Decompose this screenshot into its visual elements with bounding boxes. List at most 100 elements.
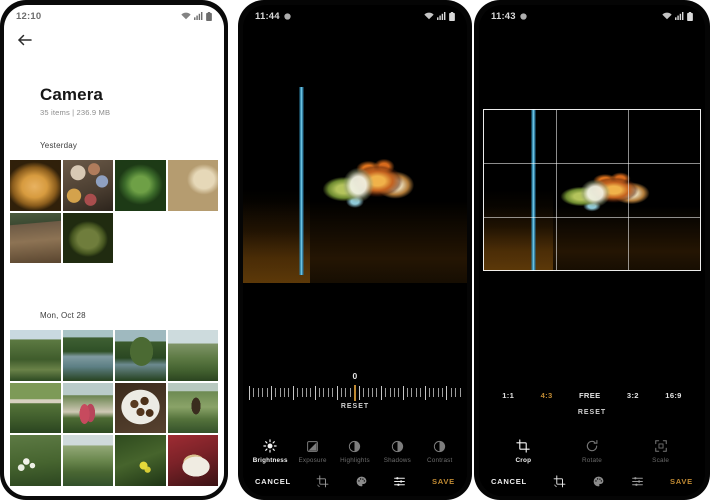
photo-preview-canvas[interactable] xyxy=(479,27,705,378)
tool-contrast[interactable]: Contrast xyxy=(419,438,461,464)
photo-thumbnail[interactable] xyxy=(115,382,166,433)
ruler-tick xyxy=(428,388,430,397)
signal-icon xyxy=(194,12,203,20)
photo-preview-canvas[interactable] xyxy=(243,27,467,378)
tool-label: Crop xyxy=(515,457,532,464)
slider-value: 0 xyxy=(352,371,358,381)
ruler-tick xyxy=(297,388,299,397)
day-label-oct-28: Mon, Oct 28 xyxy=(40,311,86,320)
photo-thumbnail[interactable] xyxy=(10,160,61,211)
tool-exposure[interactable]: Exposure xyxy=(291,438,333,464)
phone-3-photo-editor-crop: 11:43 1:1 4:3 FREE 3:2 16:9 RESET Crop R… xyxy=(474,0,710,500)
back-button[interactable] xyxy=(16,31,34,54)
battery-icon xyxy=(206,11,212,21)
cancel-button[interactable]: CANCEL xyxy=(255,477,291,486)
aquarium-bar xyxy=(530,109,536,271)
photo-thumbnail[interactable] xyxy=(62,435,113,486)
tool-label: Scale xyxy=(652,457,670,464)
status-bar: 12:10 xyxy=(4,5,224,27)
shadows-circle-icon xyxy=(391,438,404,454)
photo-thumbnail[interactable] xyxy=(10,212,61,263)
tool-brightness[interactable]: Brightness xyxy=(249,438,291,464)
photo-thumbnail[interactable] xyxy=(167,435,218,486)
photo-thumbnail[interactable] xyxy=(62,160,113,211)
ruler-tick xyxy=(327,388,329,397)
status-bar: 11:43 xyxy=(479,5,705,27)
adjustment-slider[interactable]: 0 RESET xyxy=(243,371,467,410)
crop-rotate-icon[interactable] xyxy=(316,474,329,488)
day-label-yesterday: Yesterday xyxy=(40,141,78,150)
ruler-tick xyxy=(332,388,334,397)
aspect-ratio-4-3[interactable]: 4:3 xyxy=(541,391,553,400)
ruler-tick xyxy=(389,388,391,397)
reset-label[interactable]: RESET xyxy=(479,409,705,416)
ruler-tick xyxy=(305,388,307,397)
tool-rotate[interactable]: Rotate xyxy=(558,437,627,464)
phone-3-screen: 11:43 1:1 4:3 FREE 3:2 16:9 RESET Crop R… xyxy=(479,5,705,496)
photo-thumbnail[interactable] xyxy=(167,160,218,211)
ruler-tick xyxy=(407,388,408,397)
photo-thumbnail[interactable] xyxy=(62,382,113,433)
three-phone-screenshot-composite: 12:10 Camera 35 items | 236.9 MB Yesterd… xyxy=(0,0,710,500)
tool-shadows[interactable]: Shadows xyxy=(376,438,418,464)
ruler-tick xyxy=(393,388,395,397)
cancel-button[interactable]: CANCEL xyxy=(491,477,527,486)
save-button[interactable]: SAVE xyxy=(670,477,693,486)
ruler-tick xyxy=(345,388,347,397)
notification-dot-icon xyxy=(520,12,527,20)
highlights-circle-icon xyxy=(348,438,361,454)
ruler-tick xyxy=(262,388,264,397)
wifi-icon xyxy=(662,12,672,20)
ruler-tick xyxy=(446,385,448,400)
slider-thumb[interactable] xyxy=(354,384,356,401)
aspect-ratio-1-1[interactable]: 1:1 xyxy=(502,391,514,400)
photo-thumbnail[interactable] xyxy=(115,435,166,486)
ruler-tick xyxy=(437,388,439,397)
contrast-circle-icon xyxy=(433,438,446,454)
ruler-tick xyxy=(349,388,351,397)
ruler-tick xyxy=(455,388,457,397)
photo-thumbnail[interactable] xyxy=(62,212,113,263)
slider-ruler[interactable] xyxy=(243,384,467,401)
tool-label: Contrast xyxy=(427,457,453,464)
adjust-sliders-icon[interactable] xyxy=(393,475,406,488)
ruler-tick xyxy=(367,388,369,397)
adjust-sliders-icon[interactable] xyxy=(631,475,644,488)
tool-label: Brightness xyxy=(252,457,288,464)
ruler-tick xyxy=(257,388,259,397)
tool-crop[interactable]: Crop xyxy=(489,437,558,464)
photo-thumbnail[interactable] xyxy=(115,330,166,381)
ruler-tick xyxy=(323,388,325,397)
tool-scale[interactable]: Scale xyxy=(626,437,695,464)
color-palette-icon[interactable] xyxy=(355,475,368,488)
battery-icon xyxy=(687,11,693,21)
phone-1-screen: 12:10 Camera 35 items | 236.9 MB Yesterd… xyxy=(4,5,224,496)
warm-glow-overlay xyxy=(483,190,553,271)
ruler-tick xyxy=(301,388,303,397)
aspect-ratio-16-9[interactable]: 16:9 xyxy=(665,391,681,400)
ruler-tick xyxy=(292,385,294,400)
phone-2-screen: 11:44 0 RESET Brightness Exposure Highli… xyxy=(243,5,467,496)
ruler-tick xyxy=(314,385,316,400)
crop-rotate-icon[interactable] xyxy=(553,474,566,488)
ruler-tick xyxy=(288,388,290,397)
photo-image-guppy-fish xyxy=(483,109,701,271)
tool-highlights[interactable]: Highlights xyxy=(334,438,376,464)
album-meta: 35 items | 236.9 MB xyxy=(40,108,111,117)
photo-thumbnail[interactable] xyxy=(167,382,218,433)
photo-thumbnail[interactable] xyxy=(115,160,166,211)
adjust-tool-row: Brightness Exposure Highlights Shadows C… xyxy=(243,438,467,464)
save-button[interactable]: SAVE xyxy=(432,477,455,486)
photo-thumbnail[interactable] xyxy=(10,382,61,433)
aspect-ratio-3-2[interactable]: 3:2 xyxy=(627,391,639,400)
aspect-ratio-free[interactable]: FREE xyxy=(579,391,600,400)
reset-label[interactable]: RESET xyxy=(243,403,467,410)
rotate-icon xyxy=(585,437,599,454)
photo-thumbnail[interactable] xyxy=(167,330,218,381)
color-palette-icon[interactable] xyxy=(592,475,605,488)
notification-dot-icon xyxy=(284,12,291,20)
ruler-tick xyxy=(450,388,452,397)
photo-thumbnail[interactable] xyxy=(62,330,113,381)
photo-thumbnail[interactable] xyxy=(10,330,61,381)
photo-thumbnail[interactable] xyxy=(10,435,61,486)
